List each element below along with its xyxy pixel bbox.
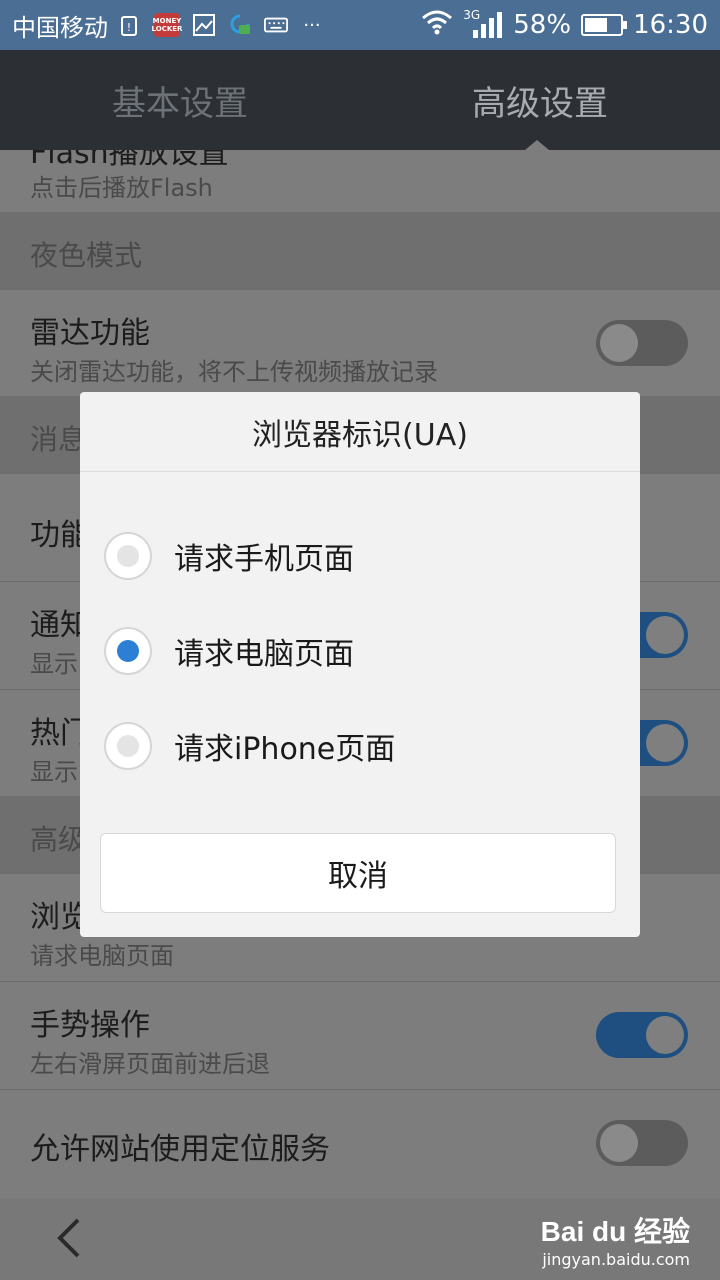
setting-location[interactable]: 允许网站使用定位服务 [0, 1090, 720, 1198]
signal-icon: 3G [463, 8, 503, 40]
setting-subtitle: 显示 [30, 650, 78, 678]
svg-text:!: ! [127, 21, 131, 34]
option-mobile-page[interactable]: 请求手机页面 [104, 526, 624, 586]
carrier-label: 中国移动 [12, 13, 108, 42]
setting-subtitle: 显示 [30, 758, 78, 786]
setting-subtitle: 点击后播放Flash [30, 174, 213, 202]
status-bar: 中国移动 ! MONEY LOCKER ··· 3G 58% 16:30 [0, 0, 720, 50]
wifi-icon [421, 9, 453, 42]
section-title: 高级 [30, 823, 87, 856]
section-title: 消息 [30, 423, 87, 456]
option-label: 请求手机页面 [174, 542, 354, 577]
message-app-icon [228, 13, 252, 37]
watermark-url: jingyan.baidu.com [542, 1250, 690, 1269]
tab-advanced-settings[interactable]: 高级设置 [360, 50, 720, 150]
cancel-button[interactable]: 取消 [100, 833, 616, 913]
option-label: 请求电脑页面 [174, 637, 354, 672]
option-label: 请求iPhone页面 [174, 732, 396, 767]
back-arrow-icon[interactable] [52, 1216, 88, 1260]
radio-button-selected[interactable] [104, 627, 152, 675]
section-night-mode: 夜色模式 [0, 212, 720, 290]
gesture-toggle[interactable] [596, 1012, 688, 1058]
bottom-bar: Bai du 经验 jingyan.baidu.com [0, 1198, 720, 1280]
location-toggle[interactable] [596, 1120, 688, 1166]
radar-toggle[interactable] [596, 320, 688, 366]
battery-icon [581, 14, 628, 36]
ua-dialog: 浏览器标识(UA) 请求手机页面 请求电脑页面 请求iPhone页面 取消 [80, 392, 640, 937]
active-tab-indicator [525, 140, 549, 150]
image-icon [192, 13, 216, 37]
radio-button[interactable] [104, 722, 152, 770]
setting-title: 手势操作 [30, 1008, 150, 1043]
setting-radar[interactable]: 雷达功能 关闭雷达功能，将不上传视频播放记录 [0, 290, 720, 396]
option-desktop-page[interactable]: 请求电脑页面 [104, 621, 624, 681]
setting-subtitle: 左右滑屏页面前进后退 [30, 1050, 270, 1078]
setting-subtitle: 请求电脑页面 [30, 942, 174, 970]
sim-warning-icon: ! [118, 13, 142, 37]
radio-button[interactable] [104, 532, 152, 580]
setting-flash[interactable]: Flash播放设置 点击后播放Flash [0, 150, 720, 212]
dialog-title: 浏览器标识(UA) [80, 392, 640, 472]
watermark-logo: Bai du 经验 [540, 1216, 690, 1247]
option-iphone-page[interactable]: 请求iPhone页面 [104, 716, 624, 776]
more-notifications-icon: ··· [303, 14, 321, 36]
setting-title: 允许网站使用定位服务 [30, 1132, 330, 1167]
baidu-watermark: Bai du 经验 jingyan.baidu.com [541, 1210, 690, 1269]
setting-gesture[interactable]: 手势操作 左右滑屏页面前进后退 [0, 982, 720, 1088]
battery-percent: 58% [513, 10, 572, 40]
keyboard-icon [264, 13, 288, 37]
setting-title: 雷达功能 [30, 316, 150, 351]
setting-subtitle: 关闭雷达功能，将不上传视频播放记录 [30, 358, 438, 386]
section-title: 夜色模式 [30, 239, 143, 272]
money-locker-icon: MONEY LOCKER [152, 13, 182, 37]
settings-tab-bar: 基本设置 高级设置 [0, 50, 720, 150]
clock: 16:30 [633, 10, 708, 40]
tab-basic-settings[interactable]: 基本设置 [0, 50, 360, 150]
